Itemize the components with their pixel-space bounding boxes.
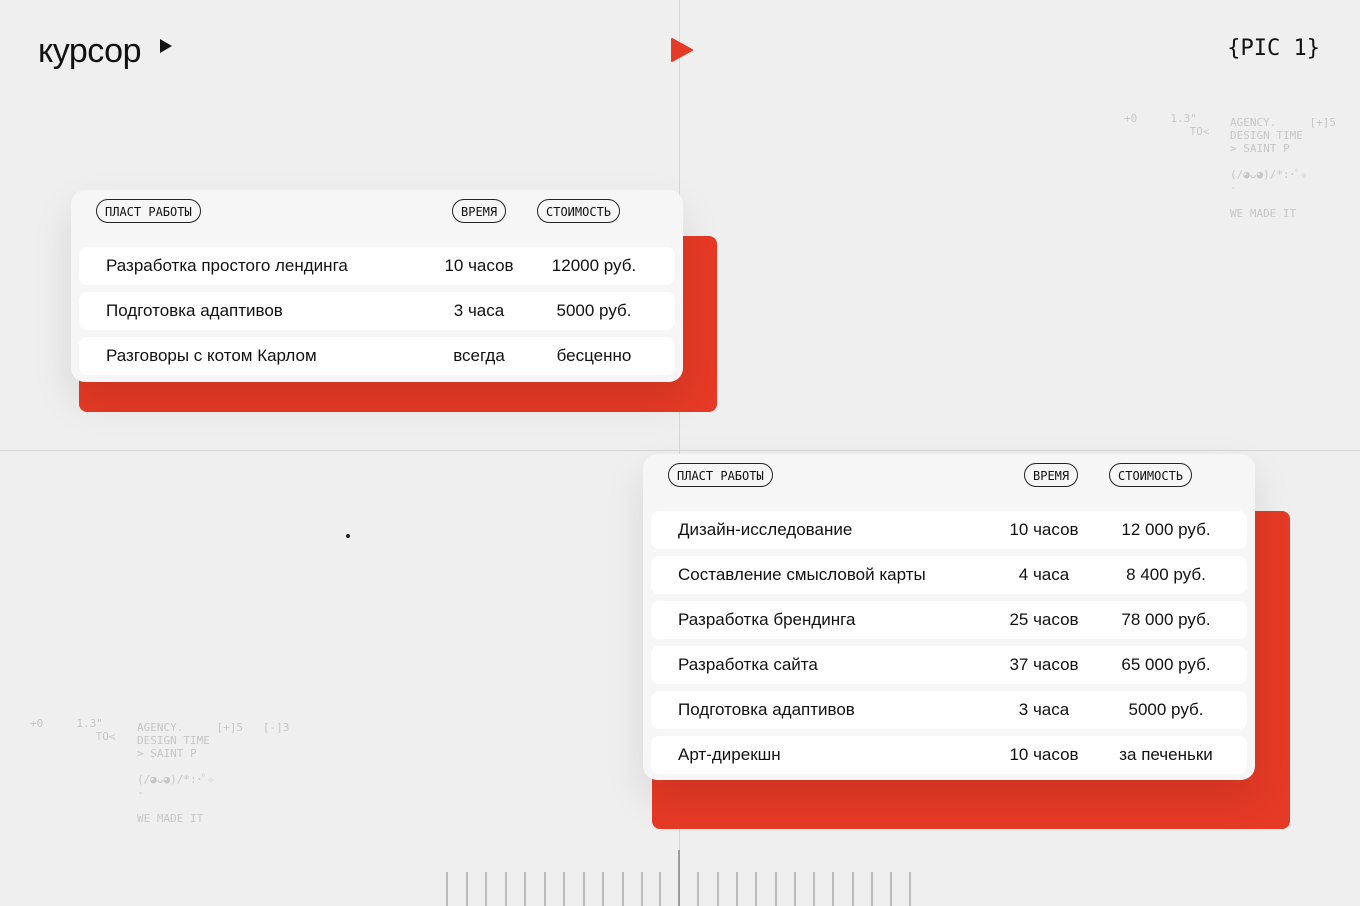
table2-header-work: ПЛАСТ РАБОТЫ xyxy=(668,463,773,487)
table2-row4-price: 65 000 руб. xyxy=(1121,655,1211,674)
table-row: Разработка сайта 37 часов 65 000 руб. xyxy=(651,646,1247,684)
deco-text-right-col1: +0 1.3" xyxy=(1124,112,1197,125)
table2-header-price: СТОИМОСТЬ xyxy=(1109,463,1193,487)
table1-row2-work: Подготовка адаптивов xyxy=(106,301,283,320)
table-row: Подготовка адаптивов 3 часа 5000 руб. xyxy=(79,292,675,330)
table-row: Разговоры с котом Карлом всегда бесценно xyxy=(79,337,675,375)
table1-row1-price: 12000 руб. xyxy=(551,256,637,275)
table-row: Составление смысловой карты 4 часа 8 400… xyxy=(651,556,1247,594)
ruler-ticks xyxy=(446,850,911,906)
table2-row2-work: Составление смысловой карты xyxy=(678,565,926,584)
deco-text-right-col3: AGENCY. [+]5 DESIGN TIME > SAINT P (/◕ᴗ◕… xyxy=(1230,116,1336,220)
table1-row2-price: 5000 руб. xyxy=(556,301,632,320)
table2-header-time: ВРЕМЯ xyxy=(1024,463,1079,487)
deco-text-left-col1: +0 1.3" xyxy=(30,717,103,730)
table-row: Разработка простого лендинга 10 часов 12… xyxy=(79,247,675,285)
table1-card: ПЛАСТ РАБОТЫ ВРЕМЯ СТОИМОСТЬ Разработка … xyxy=(71,190,683,382)
table2-row5-time: 3 часа xyxy=(1018,700,1070,719)
table2-row6-price: за печеньки xyxy=(1119,745,1213,764)
table1-row3-time: всегда xyxy=(453,346,505,365)
deco-text-left-col3: AGENCY. [+]5 [-]3 DESIGN TIME > SAINT P … xyxy=(137,721,290,825)
deco-text-left-col2: TO< xyxy=(36,730,116,743)
table1-row1-work: Разработка простого лендинга xyxy=(106,256,348,275)
table2-row3-time: 25 часов xyxy=(1009,610,1079,629)
table1-header-time: ВРЕМЯ xyxy=(452,199,507,223)
deco-text-right-col2: TO< xyxy=(1130,125,1210,138)
table2-row5-work: Подготовка адаптивов xyxy=(678,700,855,719)
table1-header-work: ПЛАСТ РАБОТЫ xyxy=(96,199,201,223)
table1-header-price: СТОИМОСТЬ xyxy=(537,199,621,223)
table2-row3-work: Разработка брендинга xyxy=(678,610,856,629)
table1-row2-time: 3 часа xyxy=(453,301,505,320)
table1-row3-price: бесценно xyxy=(556,346,632,365)
table2-row4-work: Разработка сайта xyxy=(678,655,818,674)
cursor-arrow-icon xyxy=(160,39,172,53)
table1-row3-work: Разговоры с котом Карлом xyxy=(106,346,317,365)
table2-row6-time: 10 часов xyxy=(1009,745,1079,764)
table-row: Дизайн-исследование 10 часов 12 000 руб. xyxy=(651,511,1247,549)
table2-row6-work: Арт-дирекшн xyxy=(678,745,781,764)
table-row: Арт-дирекшн 10 часов за печеньки xyxy=(651,736,1247,774)
table2-row3-price: 78 000 руб. xyxy=(1121,610,1211,629)
table2-row1-time: 10 часов xyxy=(1009,520,1079,539)
play-icon xyxy=(671,38,693,62)
pic-label: {PIC 1} xyxy=(1227,36,1320,61)
table2-row1-price: 12 000 руб. xyxy=(1121,520,1211,539)
table2-row2-time: 4 часа xyxy=(1018,565,1070,584)
table2-row4-time: 37 часов xyxy=(1009,655,1079,674)
table1-row1-time: 10 часов xyxy=(444,256,514,275)
table2-row1-work: Дизайн-исследование xyxy=(678,520,853,539)
decorative-dot xyxy=(346,534,350,538)
table2-row2-price: 8 400 руб. xyxy=(1126,565,1206,584)
brand-logo: курсор xyxy=(38,32,141,70)
table2-card: ПЛАСТ РАБОТЫ ВРЕМЯ СТОИМОСТЬ Дизайн-иссл… xyxy=(643,454,1255,780)
table2-row5-price: 5000 руб. xyxy=(1128,700,1204,719)
table-row: Разработка брендинга 25 часов 78 000 руб… xyxy=(651,601,1247,639)
table-row: Подготовка адаптивов 3 часа 5000 руб. xyxy=(651,691,1247,729)
horizontal-guide-line xyxy=(0,450,1360,451)
